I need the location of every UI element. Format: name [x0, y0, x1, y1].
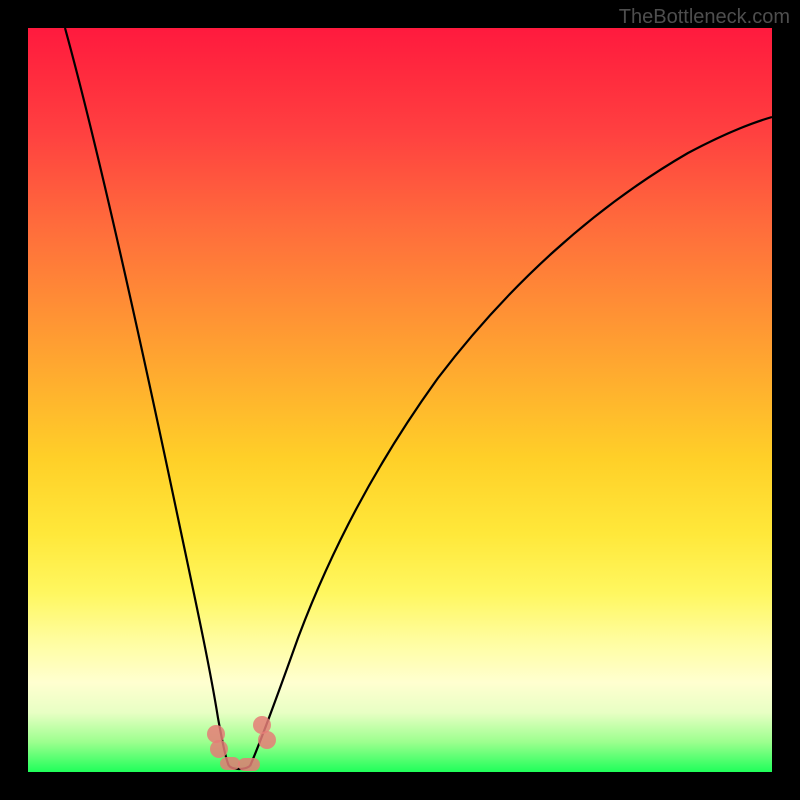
trough-marker-bottom-right [238, 758, 260, 771]
trough-marker-left-upper [207, 725, 225, 743]
bottleneck-curve [28, 28, 772, 772]
curve-left-branch [65, 28, 229, 766]
watermark: TheBottleneck.com [619, 6, 790, 29]
trough-marker-left-lower [210, 740, 228, 758]
curve-right-branch [250, 117, 772, 766]
curve-trough [229, 766, 250, 769]
chart-frame: TheBottleneck.com [0, 0, 800, 800]
trough-marker-bottom-left [220, 757, 240, 770]
trough-marker-right-lower [258, 731, 276, 749]
plot-area [28, 28, 772, 772]
trough-marker-right-upper [253, 716, 271, 734]
